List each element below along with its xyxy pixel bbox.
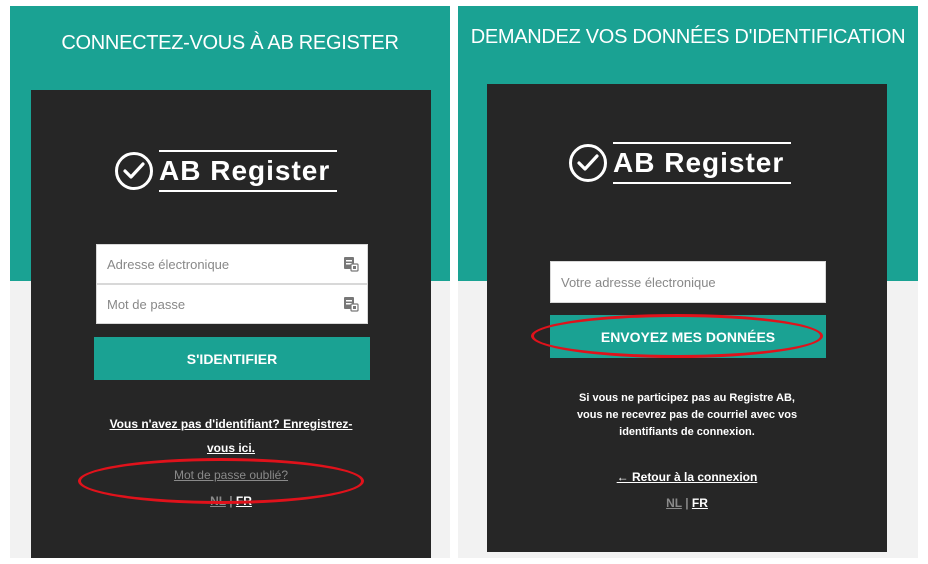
keypass-icon[interactable]: [343, 296, 359, 315]
lang-separator: |: [685, 496, 689, 510]
email-placeholder: Votre adresse électronique: [561, 274, 716, 290]
credentials-page-title: DEMANDEZ VOS DONNÉES D'IDENTIFICATION: [470, 26, 906, 48]
email-placeholder: Adresse électronique: [107, 256, 230, 272]
check-circle-icon: [115, 152, 153, 190]
highlight-ellipse: [531, 314, 823, 358]
email-field[interactable]: Votre adresse électronique: [550, 261, 826, 303]
info-text: Si vous ne participez pas au Registre AB…: [576, 392, 798, 438]
login-card: AB Register Adresse électronique Mot de …: [31, 90, 431, 558]
check-circle-icon: [569, 144, 607, 182]
credentials-request-panel: DEMANDEZ VOS DONNÉES D'IDENTIFICATION AB…: [458, 6, 918, 558]
lang-nl-link[interactable]: NL: [666, 496, 682, 510]
login-button[interactable]: S'IDENTIFIER: [94, 337, 370, 380]
login-page-title: CONNECTEZ-VOUS À AB REGISTER: [61, 32, 399, 54]
email-field[interactable]: Adresse électronique: [96, 244, 368, 284]
password-field[interactable]: Mot de passe: [96, 284, 368, 324]
password-placeholder: Mot de passe: [107, 296, 186, 312]
highlight-ellipse: [78, 458, 364, 504]
back-to-login-link[interactable]: ← Retour à la connexion: [507, 470, 867, 484]
login-panel: CONNECTEZ-VOUS À AB REGISTER AB Register…: [10, 6, 450, 558]
logo-text: AB Register: [159, 155, 331, 186]
ab-register-logo: AB Register: [115, 150, 337, 192]
language-switcher: NL | FR: [507, 496, 867, 510]
ab-register-logo: AB Register: [569, 142, 791, 184]
credentials-card: AB Register Votre adresse électronique E…: [487, 84, 887, 552]
logo-text: AB Register: [613, 147, 785, 178]
lang-fr-link[interactable]: FR: [692, 496, 708, 510]
keypass-icon[interactable]: [343, 256, 359, 275]
register-link[interactable]: Vous n'avez pas d'identifiant? Enregistr…: [51, 412, 411, 460]
